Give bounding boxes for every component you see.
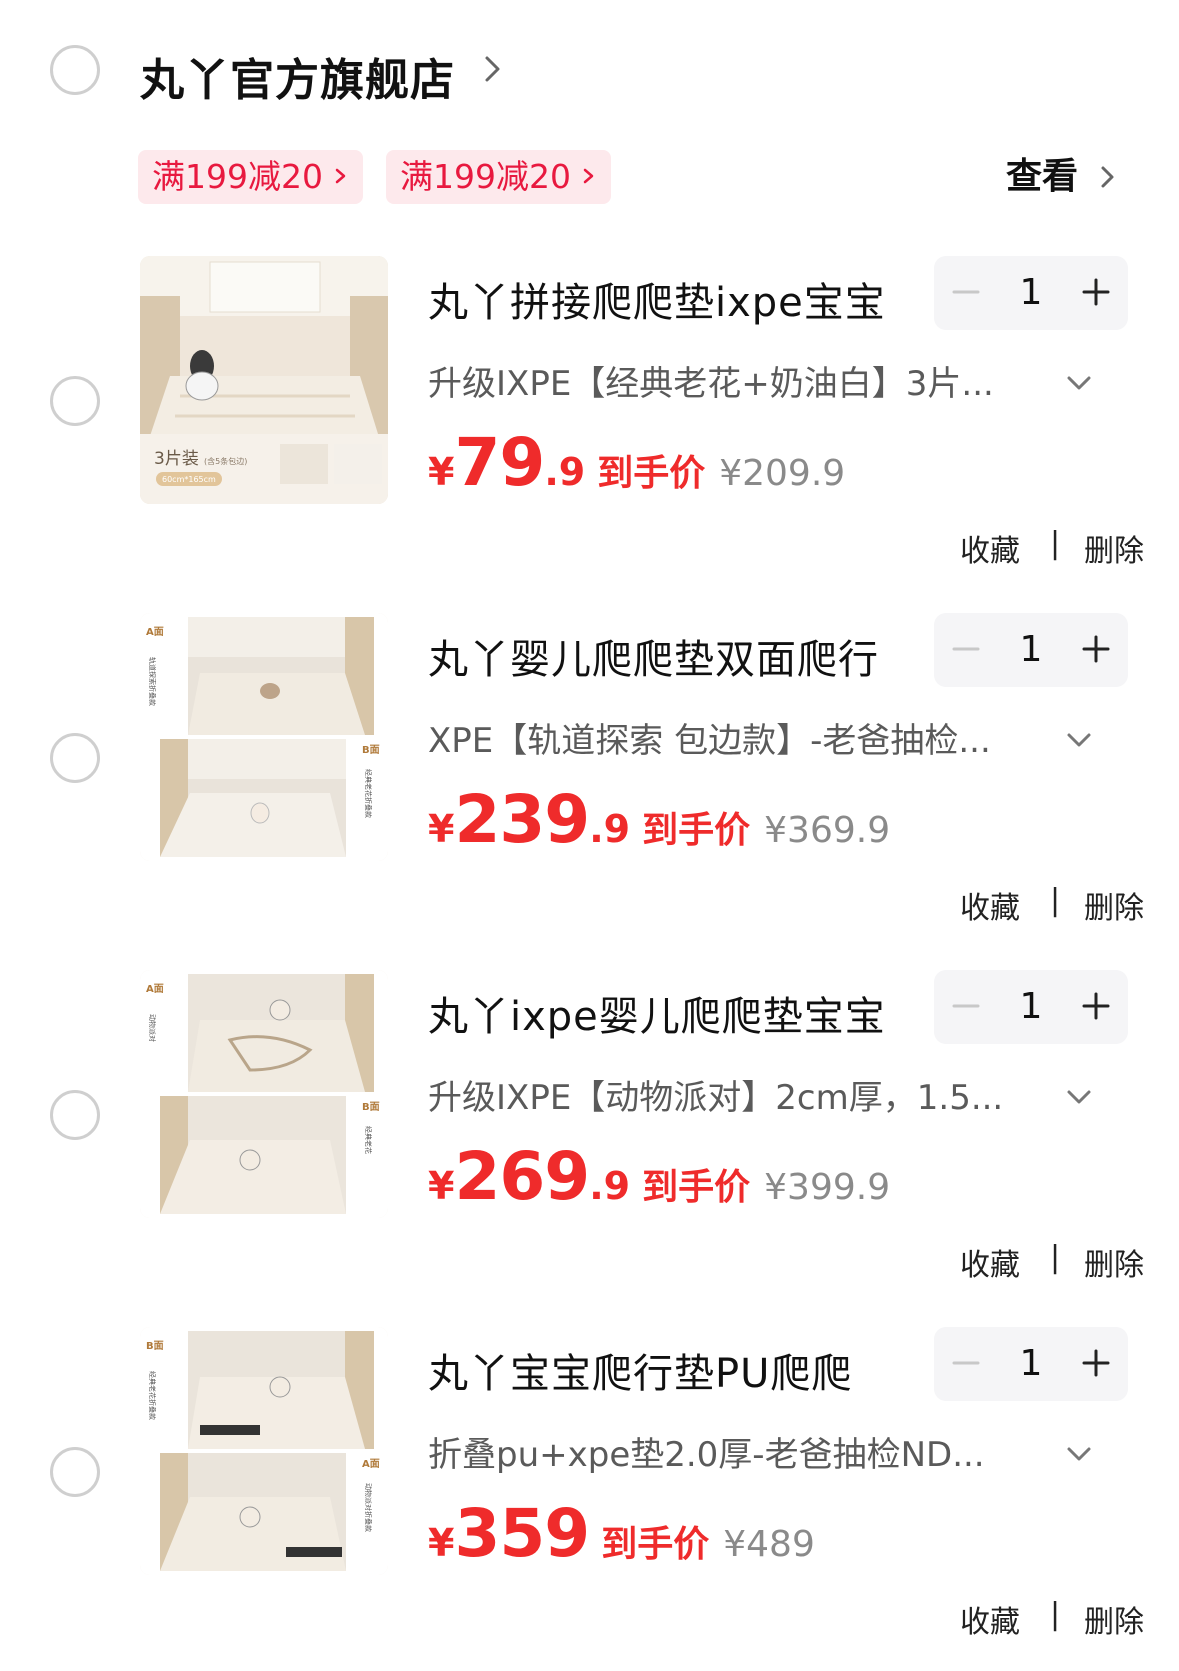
- thumb-side-b-text: 经典老花折叠款: [364, 769, 373, 818]
- cart-item: A面 动物派对 B面 经典老花 丸丫ixpe婴儿爬爬垫宝宝 1 升级IXPE【动…: [0, 970, 1179, 1327]
- plus-icon[interactable]: [1078, 631, 1114, 667]
- thumb-side-b-text: 经典老花: [364, 1126, 373, 1154]
- chevron-down-icon[interactable]: [1064, 725, 1094, 755]
- thumb-side-b: B面: [362, 744, 380, 756]
- price-decimal: .9: [589, 1164, 631, 1208]
- product-image: A面 动物派对 B面 经典老花: [140, 970, 388, 1218]
- plus-icon[interactable]: [1078, 988, 1114, 1024]
- product-thumbnail[interactable]: 3片装 (含5条包边) 60cm*165cm: [140, 256, 388, 504]
- thumb-side-a: B面: [146, 1340, 164, 1352]
- thumb-sublabel: (含5条包边): [204, 456, 247, 466]
- cart-item: 3片装 (含5条包边) 60cm*165cm 丸丫拼接爬爬垫ixpe宝宝 1 升…: [0, 256, 1179, 613]
- action-separator: |: [1050, 1240, 1061, 1275]
- currency-symbol: ¥: [428, 807, 455, 851]
- price-integer: 359: [454, 1495, 590, 1572]
- product-thumbnail[interactable]: B面 经典老花折叠款 A面 动物派对折叠款: [140, 1327, 388, 1575]
- price-row: ¥239.9 到手价 ¥369.9: [428, 781, 890, 861]
- thumb-side-b: A面: [362, 1458, 380, 1470]
- view-label: 查看: [1006, 156, 1079, 197]
- action-separator: |: [1050, 526, 1061, 561]
- thumb-side-a-text: 经典老花折叠款: [148, 1371, 157, 1420]
- quantity-stepper: 1: [934, 970, 1128, 1044]
- product-title[interactable]: 丸丫拼接爬爬垫ixpe宝宝: [428, 270, 908, 328]
- favorite-button[interactable]: 收藏: [960, 1597, 1020, 1641]
- product-title[interactable]: 丸丫宝宝爬行垫PU爬爬: [428, 1341, 908, 1399]
- quantity-stepper: 1: [934, 613, 1128, 687]
- product-thumbnail[interactable]: A面 动物派对 B面 经典老花: [140, 970, 388, 1218]
- item-select-radio[interactable]: [50, 376, 100, 426]
- item-select-radio[interactable]: [50, 1090, 100, 1140]
- original-price: ¥399.9: [764, 1167, 891, 1208]
- favorite-button[interactable]: 收藏: [960, 1240, 1020, 1284]
- chevron-right-icon: [583, 168, 594, 183]
- store-header: 丸丫官方旗舰店: [0, 30, 1179, 110]
- currency-symbol: ¥: [428, 450, 455, 494]
- coupon-label: 满199减20: [152, 157, 323, 196]
- final-price-label: 到手价: [642, 810, 751, 851]
- favorite-button[interactable]: 收藏: [960, 883, 1020, 927]
- price-row: ¥359 到手价 ¥489: [428, 1495, 815, 1575]
- thumb-label: 3片装: [154, 449, 199, 469]
- chevron-down-icon[interactable]: [1064, 1439, 1094, 1469]
- product-spec[interactable]: 折叠pu+xpe垫2.0厚-老爸抽检ND...: [428, 1427, 1038, 1476]
- price-decimal: .9: [589, 807, 631, 851]
- chevron-right-icon: [335, 168, 346, 183]
- thumb-side-b-text: 动物派对折叠款: [364, 1483, 373, 1532]
- product-image: 3片装 (含5条包边) 60cm*165cm: [140, 256, 388, 504]
- chevron-down-icon[interactable]: [1064, 1082, 1094, 1112]
- thumb-side-a: A面: [146, 626, 164, 638]
- coupon-tag[interactable]: 满199减20: [138, 150, 363, 204]
- final-price-label: 到手价: [597, 453, 706, 494]
- coupon-tag[interactable]: 满199减20: [386, 150, 611, 204]
- cart-item: A面 轨道探索折叠款 B面 经典老花折叠款 丸丫婴儿爬爬垫双面爬行 1 XPE【…: [0, 613, 1179, 970]
- final-price-label: 到手价: [601, 1524, 710, 1565]
- price-decimal: .9: [544, 450, 586, 494]
- price-integer: 269: [454, 1138, 590, 1215]
- delete-button[interactable]: 删除: [1084, 883, 1144, 927]
- thumb-side-b: B面: [362, 1101, 380, 1113]
- thumb-side-a: A面: [146, 983, 164, 995]
- price-row: ¥269.9 到手价 ¥399.9: [428, 1138, 890, 1218]
- item-select-radio[interactable]: [50, 1447, 100, 1497]
- price-integer: 239: [454, 781, 590, 858]
- store-select-radio[interactable]: [50, 45, 100, 95]
- currency-symbol: ¥: [428, 1521, 455, 1565]
- delete-button[interactable]: 删除: [1084, 1240, 1144, 1284]
- coupon-label: 满199减20: [400, 157, 571, 196]
- action-separator: |: [1050, 883, 1061, 918]
- delete-button[interactable]: 删除: [1084, 526, 1144, 570]
- cart-item: B面 经典老花折叠款 A面 动物派对折叠款 丸丫宝宝爬行垫PU爬爬 1 折叠pu…: [0, 1327, 1179, 1671]
- product-thumbnail[interactable]: A面 轨道探索折叠款 B面 经典老花折叠款: [140, 613, 388, 861]
- delete-button[interactable]: 删除: [1084, 1597, 1144, 1641]
- product-spec[interactable]: 升级IXPE【动物派对】2cm厚，1.5...: [428, 1070, 1038, 1119]
- thumb-side-a-text: 动物派对: [148, 1014, 157, 1042]
- plus-icon[interactable]: [1078, 1345, 1114, 1381]
- quantity-stepper: 1: [934, 256, 1128, 330]
- thumb-size: 60cm*165cm: [162, 475, 216, 484]
- product-title[interactable]: 丸丫婴儿爬爬垫双面爬行: [428, 627, 908, 685]
- store-name[interactable]: 丸丫官方旗舰店: [140, 44, 455, 108]
- favorite-button[interactable]: 收藏: [960, 526, 1020, 570]
- product-title[interactable]: 丸丫ixpe婴儿爬爬垫宝宝: [428, 984, 908, 1042]
- final-price-label: 到手价: [642, 1167, 751, 1208]
- original-price: ¥209.9: [719, 453, 846, 494]
- thumb-side-a-text: 轨道探索折叠款: [148, 657, 157, 706]
- original-price: ¥489: [723, 1524, 815, 1565]
- product-spec[interactable]: XPE【轨道探索 包边款】-老爸抽检...: [428, 713, 1038, 762]
- chevron-right-icon: [1101, 166, 1114, 188]
- chevron-down-icon[interactable]: [1064, 368, 1094, 398]
- currency-symbol: ¥: [428, 1164, 455, 1208]
- price-integer: 79: [454, 424, 545, 501]
- product-image: A面 轨道探索折叠款 B面 经典老花折叠款: [140, 613, 388, 861]
- quantity-stepper: 1: [934, 1327, 1128, 1401]
- product-image: B面 经典老花折叠款 A面 动物派对折叠款: [140, 1327, 388, 1575]
- view-coupons-link[interactable]: 查看: [1006, 150, 1114, 204]
- chevron-right-icon[interactable]: [476, 52, 510, 86]
- product-spec[interactable]: 升级IXPE【经典老花+奶油白】3片...: [428, 356, 1038, 405]
- action-separator: |: [1050, 1597, 1061, 1632]
- price-row: ¥79.9 到手价 ¥209.9: [428, 424, 845, 504]
- plus-icon[interactable]: [1078, 274, 1114, 310]
- original-price: ¥369.9: [764, 810, 891, 851]
- item-select-radio[interactable]: [50, 733, 100, 783]
